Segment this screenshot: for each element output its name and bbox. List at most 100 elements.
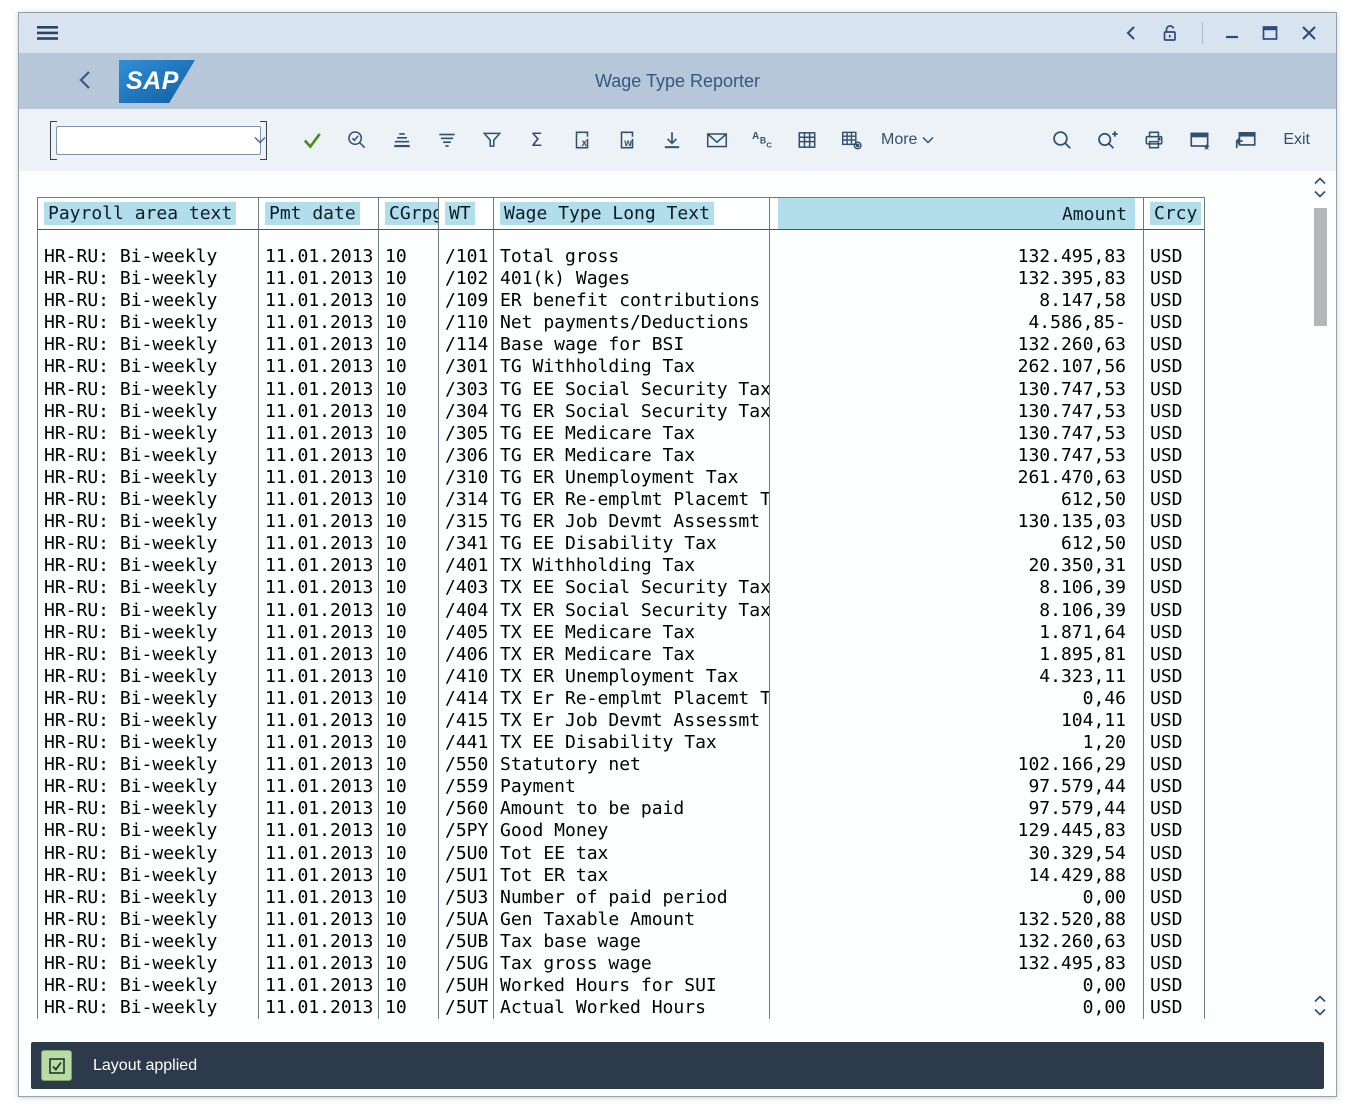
table-cell[interactable]: HR-RU: Bi-weekly	[37, 887, 258, 909]
table-cell[interactable]: HR-RU: Bi-weekly	[37, 445, 258, 467]
table-row[interactable]: HR-RU: Bi-weekly11.01.201310/404TX ER So…	[37, 600, 1205, 622]
table-cell[interactable]: Amount to be paid	[493, 798, 769, 820]
table-cell[interactable]: 10	[378, 622, 438, 644]
table-cell[interactable]: HR-RU: Bi-weekly	[37, 577, 258, 599]
table-cell[interactable]: 11.01.2013	[258, 798, 378, 820]
table-row[interactable]: HR-RU: Bi-weekly11.01.201310/110Net paym…	[37, 312, 1205, 334]
table-row[interactable]: HR-RU: Bi-weekly11.01.201310/5U0Tot EE t…	[37, 843, 1205, 865]
table-cell[interactable]: /404	[438, 600, 493, 622]
table-cell[interactable]: 11.01.2013	[258, 268, 378, 290]
table-cell[interactable]: 10	[378, 577, 438, 599]
table-cell[interactable]: 104,11	[769, 710, 1143, 732]
table-cell[interactable]: HR-RU: Bi-weekly	[37, 975, 258, 997]
table-cell[interactable]: TG EE Disability Tax	[493, 533, 769, 555]
table-row[interactable]: HR-RU: Bi-weekly11.01.201310/415TX Er Jo…	[37, 710, 1205, 732]
table-cell[interactable]: HR-RU: Bi-weekly	[37, 622, 258, 644]
table-cell[interactable]: TX ER Unemployment Tax	[493, 666, 769, 688]
table-cell[interactable]: TG ER Social Security Tax	[493, 401, 769, 423]
table-cell[interactable]: 10	[378, 379, 438, 401]
table-cell[interactable]: 1,20	[769, 732, 1143, 754]
table-cell[interactable]: Net payments/Deductions	[493, 312, 769, 334]
table-cell[interactable]: Gen Taxable Amount	[493, 909, 769, 931]
more-button[interactable]: More	[881, 131, 934, 149]
scroll-down-icon[interactable]	[1314, 187, 1326, 200]
table-row[interactable]: HR-RU: Bi-weekly11.01.201310/5U1Tot ER t…	[37, 865, 1205, 887]
table-cell[interactable]: /341	[438, 533, 493, 555]
table-cell[interactable]: HR-RU: Bi-weekly	[37, 953, 258, 975]
table-cell[interactable]: Payment	[493, 776, 769, 798]
search-icon[interactable]	[1048, 123, 1075, 157]
table-cell[interactable]: 132.495,83	[769, 246, 1143, 268]
table-cell[interactable]: 97.579,44	[769, 776, 1143, 798]
table-cell[interactable]: 11.01.2013	[258, 975, 378, 997]
table-cell[interactable]: TX ER Social Security Tax	[493, 600, 769, 622]
table-cell[interactable]: 10	[378, 644, 438, 666]
table-cell[interactable]: Worked Hours for SUI	[493, 975, 769, 997]
table-cell[interactable]: USD	[1143, 688, 1205, 710]
sum-icon[interactable]: Σ	[523, 123, 550, 157]
table-cell[interactable]: HR-RU: Bi-weekly	[37, 555, 258, 577]
column-header[interactable]: Amount	[769, 197, 1143, 230]
table-row[interactable]: HR-RU: Bi-weekly11.01.201310/5U3Number o…	[37, 887, 1205, 909]
table-cell[interactable]: ER benefit contributions	[493, 290, 769, 312]
table-cell[interactable]: 0,46	[769, 688, 1143, 710]
table-cell[interactable]: HR-RU: Bi-weekly	[37, 644, 258, 666]
table-cell[interactable]: TX Er Re-emplmt Placemt T	[493, 688, 769, 710]
word-processing-icon[interactable]: w	[613, 123, 640, 157]
maximize-icon[interactable]	[1261, 24, 1279, 42]
scrollbar-thumb[interactable]	[1314, 208, 1327, 326]
table-row[interactable]: HR-RU: Bi-weekly11.01.201310/405TX EE Me…	[37, 622, 1205, 644]
column-header[interactable]: Payroll area text	[37, 197, 258, 230]
table-cell[interactable]: TX EE Medicare Tax	[493, 622, 769, 644]
table-cell[interactable]: 10	[378, 843, 438, 865]
table-cell[interactable]: USD	[1143, 467, 1205, 489]
table-cell[interactable]: 10	[378, 423, 438, 445]
table-cell[interactable]: HR-RU: Bi-weekly	[37, 666, 258, 688]
table-cell[interactable]: 10	[378, 953, 438, 975]
table-cell[interactable]: 10	[378, 975, 438, 997]
table-cell[interactable]: /5UA	[438, 909, 493, 931]
table-cell[interactable]: 10	[378, 489, 438, 511]
table-cell[interactable]: HR-RU: Bi-weekly	[37, 754, 258, 776]
table-row[interactable]: HR-RU: Bi-weekly11.01.201310/341TG EE Di…	[37, 533, 1205, 555]
table-cell[interactable]: 11.01.2013	[258, 445, 378, 467]
table-row[interactable]: HR-RU: Bi-weekly11.01.201310/109ER benef…	[37, 290, 1205, 312]
table-cell[interactable]: USD	[1143, 555, 1205, 577]
table-cell[interactable]: 11.01.2013	[258, 622, 378, 644]
table-cell[interactable]: /314	[438, 489, 493, 511]
table-cell[interactable]: 132.260,63	[769, 334, 1143, 356]
table-cell[interactable]: 11.01.2013	[258, 865, 378, 887]
exit-button[interactable]: Exit	[1283, 131, 1310, 149]
table-cell[interactable]: 130.135,03	[769, 511, 1143, 533]
table-cell[interactable]: /306	[438, 445, 493, 467]
table-cell[interactable]: 11.01.2013	[258, 997, 378, 1019]
table-cell[interactable]: 11.01.2013	[258, 555, 378, 577]
table-cell[interactable]: 11.01.2013	[258, 312, 378, 334]
table-cell[interactable]: TG ER Medicare Tax	[493, 445, 769, 467]
table-cell[interactable]: /310	[438, 467, 493, 489]
table-cell[interactable]: 132.260,63	[769, 931, 1143, 953]
table-cell[interactable]: 4.323,11	[769, 666, 1143, 688]
table-cell[interactable]: TG ER Re-emplmt Placemt T	[493, 489, 769, 511]
column-header[interactable]: CGrpg	[378, 197, 438, 230]
table-cell[interactable]: /560	[438, 798, 493, 820]
back-icon[interactable]	[1124, 24, 1138, 42]
command-input[interactable]	[57, 132, 250, 148]
table-cell[interactable]: 0,00	[769, 975, 1143, 997]
download-icon[interactable]	[658, 123, 685, 157]
table-cell[interactable]: 262.107,56	[769, 356, 1143, 378]
table-cell[interactable]: HR-RU: Bi-weekly	[37, 865, 258, 887]
table-cell[interactable]: TX Er Job Devmt Assessmt	[493, 710, 769, 732]
table-cell[interactable]: USD	[1143, 511, 1205, 533]
table-cell[interactable]: 10	[378, 732, 438, 754]
table-cell[interactable]: USD	[1143, 334, 1205, 356]
table-cell[interactable]: 10	[378, 334, 438, 356]
table-row[interactable]: HR-RU: Bi-weekly11.01.201310/406TX ER Me…	[37, 644, 1205, 666]
table-cell[interactable]: 11.01.2013	[258, 600, 378, 622]
print-icon[interactable]	[1140, 123, 1167, 157]
table-cell[interactable]: 1.895,81	[769, 644, 1143, 666]
table-cell[interactable]: HR-RU: Bi-weekly	[37, 931, 258, 953]
table-cell[interactable]: /414	[438, 688, 493, 710]
table-cell[interactable]: /403	[438, 577, 493, 599]
new-window-icon[interactable]: ★	[1186, 123, 1213, 157]
